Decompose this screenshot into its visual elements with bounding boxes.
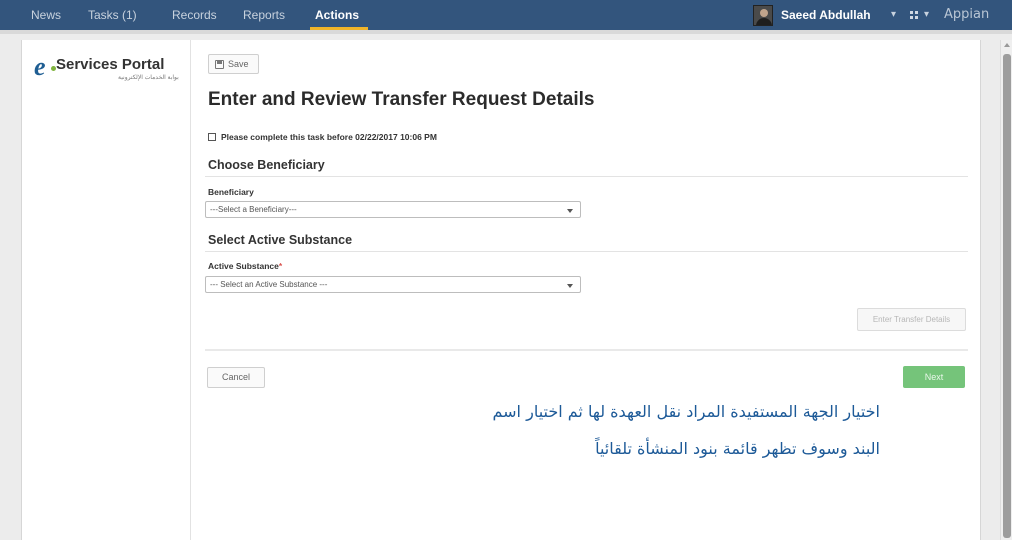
left-column (21, 40, 191, 540)
task-deadline-notice: Please complete this task before 02/22/2… (208, 132, 437, 142)
page-scrollbar[interactable] (1000, 40, 1012, 540)
next-button[interactable]: Next (903, 366, 965, 388)
topbar-shadow (0, 30, 1012, 34)
nav-item-tasks[interactable]: Tasks (1) (88, 0, 137, 30)
brand-link[interactable]: Appian (944, 0, 989, 30)
logo-text: Services Portal (56, 56, 165, 73)
apps-menu-chevron-down-icon[interactable]: ▾ (924, 0, 929, 30)
section-title-beneficiary: Choose Beneficiary (208, 158, 325, 172)
logo-subtitle: بوابة الخدمات الإلكترونية (118, 75, 179, 81)
user-menu-chevron-down-icon[interactable]: ▾ (891, 0, 896, 30)
scrollbar-thumb[interactable] (1003, 54, 1011, 538)
beneficiary-label: Beneficiary (208, 187, 254, 197)
cancel-button[interactable]: Cancel (207, 367, 265, 388)
chevron-down-icon (567, 284, 573, 288)
required-marker: * (278, 261, 283, 271)
nav-item-records[interactable]: Records (172, 0, 217, 30)
save-button-label: Save (228, 59, 249, 69)
section-title-active-substance: Select Active Substance (208, 233, 353, 247)
save-disk-icon (215, 60, 224, 69)
user-avatar[interactable] (753, 5, 773, 26)
top-navigation-bar: News Tasks (1) Records Reports Actions S… (0, 0, 1012, 30)
nav-item-actions[interactable]: Actions (315, 0, 359, 30)
chevron-down-icon (567, 209, 573, 213)
nav-item-reports[interactable]: Reports (243, 0, 285, 30)
annotation-line-1: اختيار الجهة المستفيدة المراد نقل العهدة… (492, 402, 881, 421)
section-divider (205, 176, 968, 177)
task-deadline-text: Please complete this task before 02/22/2… (221, 132, 437, 142)
logo-e-icon: e (34, 52, 46, 81)
scroll-up-arrow-icon[interactable] (1004, 43, 1010, 47)
save-button[interactable]: Save (208, 54, 259, 74)
nav-item-news[interactable]: News (31, 0, 61, 30)
beneficiary-select-value: ---Select a Beneficiary--- (210, 205, 297, 214)
active-substance-label: Active Substance* (208, 261, 282, 271)
annotation-line-2: البند وسوف تظهر قائمة بنود المنشأة تلقائ… (595, 439, 880, 458)
active-substance-select[interactable]: --- Select an Active Substance --- (205, 276, 581, 293)
active-substance-select-value: --- Select an Active Substance --- (210, 280, 328, 289)
user-menu[interactable]: Saeed Abdullah (781, 0, 871, 30)
beneficiary-select[interactable]: ---Select a Beneficiary--- (205, 201, 581, 218)
apps-grid-icon[interactable] (910, 11, 920, 19)
services-portal-logo: e Services Portal بوابة الخدمات الإلكترو… (34, 52, 194, 89)
active-substance-label-text: Active Substance (208, 261, 279, 271)
calendar-icon (208, 133, 216, 141)
enter-transfer-details-button[interactable]: Enter Transfer Details (857, 308, 966, 331)
page-title: Enter and Review Transfer Request Detail… (208, 89, 595, 110)
section-divider (205, 251, 968, 252)
form-divider (205, 349, 968, 351)
